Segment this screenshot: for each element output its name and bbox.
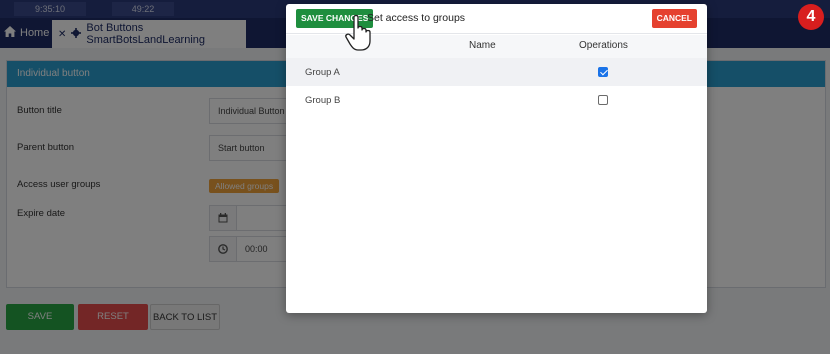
group-a-checkbox[interactable] — [598, 67, 608, 77]
table-row: Group B — [286, 86, 707, 114]
group-name: Group B — [305, 95, 341, 106]
table-row: Group A — [286, 58, 707, 86]
step-number-badge: 4 — [798, 4, 824, 30]
set-access-modal: SAVE CHANGES Set access to groups CANCEL… — [286, 4, 707, 313]
column-operations: Operations — [579, 40, 628, 51]
group-b-checkbox[interactable] — [598, 95, 608, 105]
modal-title: Set access to groups — [367, 12, 466, 24]
cancel-button[interactable]: CANCEL — [651, 9, 697, 28]
pointer-hand-icon — [344, 14, 378, 52]
group-name: Group A — [305, 67, 340, 78]
column-name: Name — [469, 40, 496, 51]
